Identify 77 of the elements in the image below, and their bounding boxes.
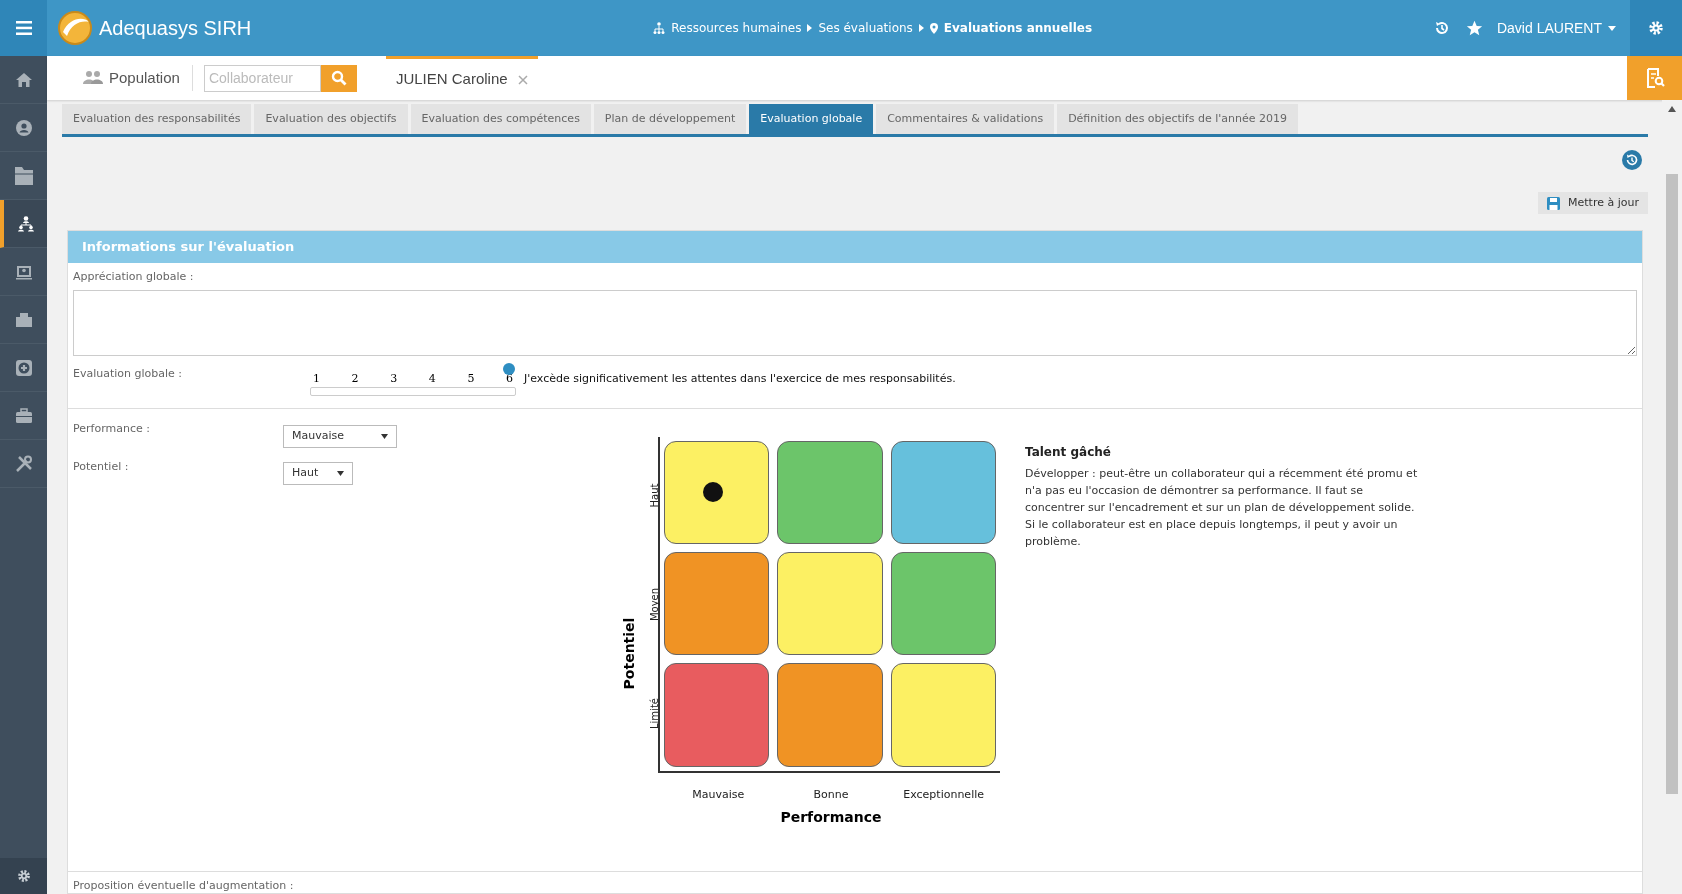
axis-label: Bonne [813, 786, 849, 803]
settings-button[interactable] [0, 858, 47, 894]
tab[interactable]: Définition des objectifs de l'année 2019 [1057, 104, 1298, 134]
performance-dropdown[interactable]: Mauvaise [283, 424, 397, 448]
menu-button[interactable] [0, 0, 47, 56]
employee-name: JULIEN Caroline [395, 69, 508, 90]
hierarchy-icon [16, 214, 35, 233]
plus-icon [14, 358, 33, 377]
app-name: Adequasys SIRH [99, 16, 252, 41]
slider-reading: J'excède significativement les attentes dans l'exercice de mes responsabilités. [524, 370, 956, 387]
star-icon[interactable] [1465, 19, 1483, 37]
chevron-icon [807, 24, 813, 32]
location-icon [929, 22, 938, 34]
search-field[interactable]: Collaborateur [203, 64, 321, 92]
user-menu[interactable]: David LAURENT [1496, 17, 1616, 39]
folder-icon [14, 166, 33, 185]
save-icon [1547, 196, 1561, 210]
field-label: Proposition éventuelle d'augmentation : [73, 878, 295, 894]
result-text: Développer : peut-être un collaborateur qui a récemment été promu et n'a pas eu l'occasion de démontrer sa performance. Il faut se concentrer sur l'encadrement et sur un plan de développement solide. Si le collaborateur est en place depuis longtemps, il peut y avoir un problème. [1025, 465, 1419, 550]
breadcrumb-link[interactable]: Ressources humaines [671, 19, 802, 37]
document-search-icon [1644, 68, 1665, 88]
caret-icon [381, 433, 388, 439]
field-label: Potentiel : [73, 459, 130, 475]
caret-icon [337, 470, 344, 476]
search-button[interactable] [320, 64, 357, 92]
tick-label: 5 [467, 370, 475, 387]
close-icon[interactable] [517, 74, 528, 85]
axis-label: Mauvaise [692, 786, 745, 803]
user-icon [14, 118, 33, 137]
settings-icon [16, 869, 31, 883]
slider-thumb[interactable] [502, 363, 515, 375]
chevron-icon [918, 24, 924, 32]
tick-label: 3 [390, 370, 398, 387]
population-button[interactable]: Population [109, 65, 193, 91]
search-icon [330, 70, 347, 86]
hierarchy-icon [653, 22, 666, 34]
history-icon[interactable] [1622, 150, 1642, 170]
field-label: Evaluation globale : [73, 365, 184, 382]
tab[interactable]: Evaluation des compétences [410, 104, 591, 134]
appreciation-field[interactable] [73, 289, 1637, 356]
users-icon [83, 70, 103, 86]
tick-label: 2 [351, 370, 359, 387]
menu-icon [15, 21, 32, 35]
section-title: Informations sur l'évaluation [82, 238, 295, 257]
tab[interactable]: Plan de développement [593, 104, 747, 134]
axis-label: Moyen [648, 587, 662, 622]
axis-label: Exceptionnelle [903, 786, 985, 803]
field-label: Appréciation globale : [73, 269, 195, 285]
sidebar-item[interactable] [0, 200, 47, 248]
tab[interactable]: Evaluation des objectifs [254, 104, 408, 134]
employee-tab[interactable]: JULIEN Caroline [385, 56, 538, 100]
settings-button[interactable] [1630, 0, 1682, 56]
update-button[interactable]: Mettre à jour [1538, 192, 1648, 214]
axis-title: Performance [780, 808, 882, 827]
result-title: Talent gâché [1025, 443, 1112, 461]
scroll-up-icon[interactable] [1668, 106, 1676, 112]
tick-label: 1 [313, 370, 320, 387]
logo-icon [57, 10, 93, 46]
home-icon [14, 70, 33, 89]
breadcrumb-link[interactable]: Evaluations annuelles [943, 19, 1093, 37]
report-button[interactable] [1627, 56, 1682, 100]
field-label: Performance : [73, 420, 151, 437]
potentiel-dropdown[interactable]: Haut [283, 461, 353, 485]
settings-icon [1648, 20, 1664, 36]
tick-label: 6 [505, 370, 513, 387]
axis-title: Potentiel [620, 617, 639, 690]
tools-icon [14, 454, 33, 473]
tab[interactable]: Evaluation des responsabilités [62, 104, 252, 134]
axis-label: Limité [648, 698, 662, 730]
tab[interactable]: Commentaires & validations [876, 104, 1055, 134]
breadcrumb-link[interactable]: Ses évaluations [818, 19, 913, 37]
history-icon[interactable] [1433, 20, 1450, 36]
axis-label: Haut [648, 483, 662, 508]
briefcase-icon [14, 406, 33, 425]
caret-icon [1608, 25, 1616, 31]
tick-label: 4 [428, 370, 436, 387]
tab[interactable]: Evaluation globale [749, 104, 874, 134]
